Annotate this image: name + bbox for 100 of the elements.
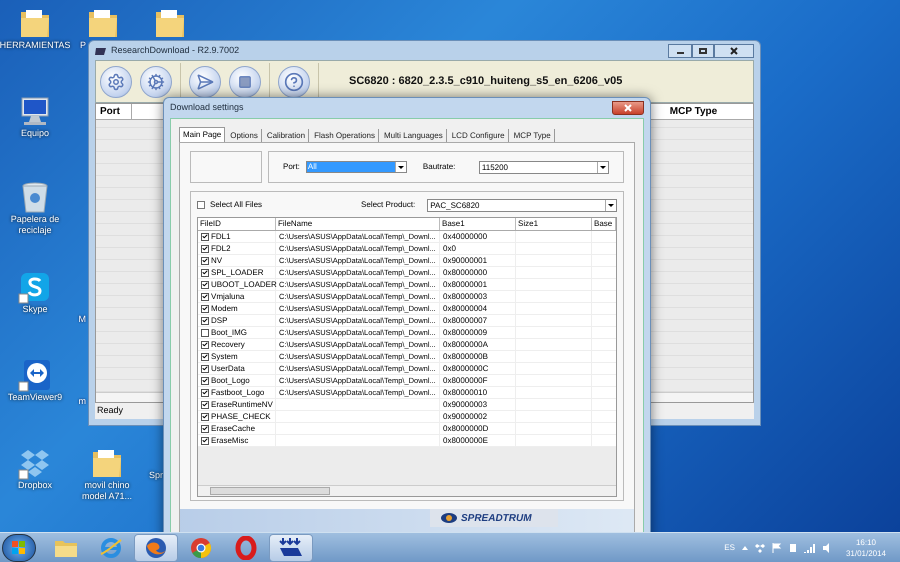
table-cell: 0x0 xyxy=(443,243,456,254)
skype-icon xyxy=(18,270,52,304)
stop-icon xyxy=(238,74,252,88)
table-cell: 0x80000007 xyxy=(443,315,488,326)
taskbar-app-button[interactable] xyxy=(269,534,313,562)
desktop-icon-label[interactable]: Papelera de reciclaje xyxy=(0,214,70,236)
select-all-label: Select All Files xyxy=(210,199,262,211)
checkbox[interactable] xyxy=(201,412,209,420)
teamviewer-icon xyxy=(18,358,52,392)
table-cell: 0x80000001 xyxy=(443,279,488,290)
flag-icon[interactable] xyxy=(772,542,782,552)
baudrate-dropdown[interactable]: 115200 xyxy=(478,160,609,174)
checkbox[interactable] xyxy=(201,244,209,252)
table-cell: Boot_Logo xyxy=(211,375,250,386)
table-cell: Fastboot_Logo xyxy=(211,387,264,398)
desktop-icon-label[interactable]: P xyxy=(80,40,86,51)
table-cell: 0x8000000E xyxy=(443,435,488,446)
tab[interactable]: Main Page xyxy=(179,127,226,142)
globe-e-icon xyxy=(99,536,123,560)
fox-globe-icon xyxy=(144,536,168,560)
desktop-icon-label[interactable]: m xyxy=(78,396,86,407)
table-cell: EraseCache xyxy=(211,423,256,434)
table-cell: 0x80000004 xyxy=(443,303,488,314)
minimize-button[interactable] xyxy=(668,44,692,58)
taskbar-app-button[interactable] xyxy=(134,534,178,562)
checkbox[interactable] xyxy=(201,364,209,372)
port-dropdown[interactable]: All xyxy=(306,161,407,173)
product-dropdown[interactable]: PAC_SC6820 xyxy=(427,198,617,212)
table-cell: 0x90000003 xyxy=(443,399,488,410)
table-cell: 0x40000000 xyxy=(443,231,488,242)
table-cell: UserData xyxy=(211,363,245,374)
start-button[interactable] xyxy=(189,66,221,98)
desktop-icon-label[interactable]: Dropbox xyxy=(18,480,52,491)
opera-icon xyxy=(234,536,258,560)
table-cell: Vmjaluna xyxy=(211,291,244,302)
column-header: FileName xyxy=(276,218,440,230)
checkbox[interactable] xyxy=(201,400,209,408)
column-header: Base xyxy=(592,218,616,230)
checkbox[interactable] xyxy=(201,340,209,348)
checkbox[interactable] xyxy=(201,424,209,432)
column-header: Base1 xyxy=(440,218,516,230)
table-cell: FDL2 xyxy=(211,243,231,254)
table-cell: EraseMisc xyxy=(211,435,248,446)
checkbox[interactable] xyxy=(201,316,209,324)
start-button[interactable] xyxy=(2,534,36,562)
checkbox[interactable] xyxy=(197,201,205,209)
checkbox[interactable] xyxy=(201,376,209,384)
gears-button[interactable] xyxy=(140,66,172,98)
caret-icon xyxy=(398,166,404,168)
checkbox[interactable] xyxy=(201,232,209,240)
settings-icon xyxy=(107,72,125,90)
dialog-title: Download settings xyxy=(170,101,244,114)
close-button[interactable] xyxy=(714,44,754,58)
scrollbar-thumb[interactable] xyxy=(210,487,330,495)
table-cell: Modem xyxy=(211,303,238,314)
table-cell: UBOOT_LOADER xyxy=(211,279,277,290)
table-cell: 0x90000002 xyxy=(443,411,488,422)
checkbox[interactable] xyxy=(201,292,209,300)
desktop-icon-label[interactable]: Spr xyxy=(148,470,163,481)
checkbox[interactable] xyxy=(201,436,209,444)
maximize-button[interactable] xyxy=(692,44,714,58)
checkbox[interactable] xyxy=(201,352,209,360)
desktop-icon-label[interactable]: Skype xyxy=(22,304,48,315)
checkbox[interactable] xyxy=(201,256,209,264)
table-cell: 0x80000000 xyxy=(443,267,488,278)
dropbox-tray-icon[interactable] xyxy=(754,542,765,552)
baudrate-label: Bautrate: xyxy=(422,161,456,173)
device-icon[interactable] xyxy=(788,542,797,552)
checkbox[interactable] xyxy=(201,280,209,288)
gears-icon xyxy=(147,72,165,90)
desktop-icon-label[interactable]: HERRAMIENTAS xyxy=(0,40,70,51)
stop-button[interactable] xyxy=(229,66,261,98)
product-label: Select Product: xyxy=(361,199,416,211)
recycle-bin-icon xyxy=(20,180,50,214)
column-header: Size1 xyxy=(516,218,592,230)
close-button[interactable] xyxy=(612,101,644,115)
signal-icon[interactable] xyxy=(804,542,816,552)
table-cell: Recovery xyxy=(211,339,245,350)
checkbox[interactable] xyxy=(201,328,209,336)
checkbox[interactable] xyxy=(201,268,209,276)
desktop-icon-label[interactable]: Equipo xyxy=(20,128,50,139)
checkbox[interactable] xyxy=(201,304,209,312)
table-cell: 0x8000000B xyxy=(443,351,488,362)
desktop-icon-label[interactable]: movil chino model A71... xyxy=(72,480,142,502)
desktop-icon-label[interactable]: TeamViewer9 xyxy=(8,392,62,403)
help-button[interactable] xyxy=(278,66,310,98)
chrome-icon xyxy=(189,536,213,560)
table-cell: 0x8000000D xyxy=(443,423,488,434)
column-header: FileID xyxy=(198,218,276,230)
product-info: SC6820 : 6820_2.3.5_c910_huiteng_s5_en_6206_v05 xyxy=(349,74,622,90)
settings-button[interactable] xyxy=(100,66,132,98)
spreadtrum-logo: SPREADTRUM xyxy=(430,509,558,527)
desktop-icon-label[interactable]: M xyxy=(78,314,86,325)
checkbox[interactable] xyxy=(201,388,209,396)
table-cell: FDL1 xyxy=(211,231,231,242)
table-cell: System xyxy=(211,351,238,362)
table-cell: Boot_IMG xyxy=(211,327,248,338)
close-icon xyxy=(730,46,738,54)
table-cell: 0x80000003 xyxy=(443,291,488,302)
table-cell: 0x90000001 xyxy=(443,255,488,266)
